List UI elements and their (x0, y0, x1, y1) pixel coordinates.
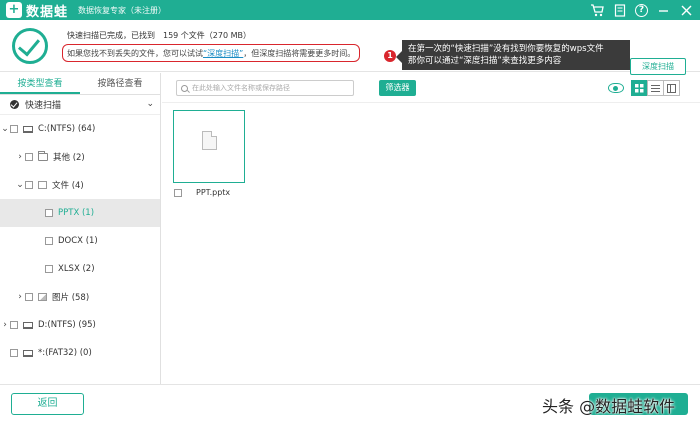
left-panel: 按类型查看 按路径查看 快速扫描 ⌄ ⌄ C:(NTFS) (64) › 其他 … (0, 73, 161, 384)
file-toolbar: 在此处输入文件名称或保存路径 筛选器 (162, 73, 700, 103)
app-logo: + 数据蛙 (6, 1, 68, 20)
scan-mode-label: 快速扫描 (25, 101, 62, 111)
watermark-text: 头条 @数据蛙软件 (542, 397, 676, 416)
search-input[interactable]: 在此处输入文件名称或保存路径 (176, 80, 354, 96)
scan-mode-check-icon (10, 100, 19, 109)
app-subtitle: 数据恢复专家（未注册） (78, 5, 167, 15)
grid-view-icon[interactable] (631, 80, 648, 96)
cart-icon[interactable] (589, 2, 605, 18)
tree-item-d-drive[interactable]: › D:(NTFS) (95) (0, 311, 160, 339)
view-tabs: 按类型查看 按路径查看 (0, 73, 160, 95)
document-icon (202, 131, 217, 150)
callout-line-1: 在第一次的“快速扫描”没有找到你要恢复的wps文件 (408, 44, 604, 54)
tab-by-type[interactable]: 按类型查看 (0, 73, 80, 94)
scan-mode-selector[interactable]: 快速扫描 ⌄ (0, 95, 160, 115)
scan-result-banner: 快速扫描已完成，已找到 159 个文件（270 MB） 如果您找不到丢失的文件，… (0, 20, 700, 75)
tab-by-path[interactable]: 按路径查看 (80, 73, 160, 94)
detail-view-icon[interactable] (663, 80, 680, 96)
file-checkbox[interactable] (174, 189, 182, 197)
tree-checkbox[interactable] (10, 321, 18, 329)
annotation-badge: 1 (384, 50, 396, 62)
tree-item-label: DOCX (1) (58, 236, 98, 246)
tree-item-label: 文件 (4) (52, 181, 84, 191)
callout-line-2: 那你可以通过“深度扫描”来查找更多内容 (408, 56, 562, 66)
window-controls: ? (589, 0, 694, 20)
tree-item-label: XLSX (2) (58, 264, 95, 274)
annotation-callout: 在第一次的“快速扫描”没有找到你要恢复的wps文件 那你可以通过“深度扫描”来查… (396, 40, 630, 70)
footer: 返回 头条 @数据蛙软件 (0, 384, 700, 427)
file-panel: 在此处输入文件名称或保存路径 筛选器 PPT.pptx (162, 73, 700, 384)
tree-item-docx[interactable]: DOCX (1) (0, 227, 160, 255)
deep-scan-link[interactable]: “深度扫描” (203, 49, 243, 58)
back-button[interactable]: 返回 (11, 393, 84, 415)
scan-status-text: 快速扫描已完成，已找到 159 个文件（270 MB） (67, 31, 252, 40)
tree-checkbox[interactable] (25, 153, 33, 161)
scan-complete-check-icon (12, 28, 48, 64)
eye-icon[interactable] (608, 83, 624, 93)
tree-checkbox[interactable] (45, 237, 53, 245)
hint-prefix: 如果您找不到丢失的文件，您可以试试 (67, 49, 203, 58)
tree-item-label: C:(NTFS) (64) (38, 124, 96, 134)
tree-item-other[interactable]: › 其他 (2) (0, 143, 160, 171)
document-icon (38, 181, 47, 189)
filter-button[interactable]: 筛选器 (379, 80, 416, 96)
expand-arrow-icon[interactable]: › (0, 320, 10, 330)
close-icon[interactable] (678, 2, 694, 18)
tree-item-fat32-drive[interactable]: *:(FAT32) (0) (0, 339, 160, 367)
tree-item-label: D:(NTFS) (95) (38, 320, 96, 330)
tree-item-label: 其他 (2) (53, 153, 85, 163)
minimize-icon[interactable] (655, 2, 671, 18)
expand-arrow-icon[interactable]: › (15, 152, 25, 162)
tree-item-label: 图片 (58) (52, 293, 90, 303)
register-icon[interactable] (612, 2, 628, 18)
tree-checkbox[interactable] (45, 209, 53, 217)
search-placeholder: 在此处输入文件名称或保存路径 (192, 84, 290, 92)
drive-icon (23, 125, 33, 133)
collapse-arrow-icon[interactable]: ⌄ (15, 180, 25, 190)
title-bar: + 数据蛙 数据恢复专家（未注册） ? (0, 0, 700, 20)
drive-icon (23, 321, 33, 329)
search-icon (181, 84, 188, 92)
app-name: 数据蛙 (26, 4, 69, 20)
tree-item-pptx[interactable]: PPTX (1) (0, 199, 160, 227)
tree-checkbox[interactable] (45, 265, 53, 273)
view-mode-switcher (631, 80, 680, 96)
drive-icon (23, 349, 33, 357)
tree-item-c-drive[interactable]: ⌄ C:(NTFS) (64) (0, 115, 160, 143)
tree-checkbox[interactable] (25, 181, 33, 189)
collapse-arrow-icon[interactable]: ⌄ (0, 124, 10, 134)
file-thumbnail[interactable] (173, 110, 245, 183)
expand-arrow-icon[interactable]: › (15, 292, 25, 302)
tree-item-xlsx[interactable]: XLSX (2) (0, 255, 160, 283)
logo-icon: + (6, 2, 22, 18)
tree-checkbox[interactable] (10, 125, 18, 133)
tree-item-label: *:(FAT32) (0) (38, 348, 92, 358)
chevron-down-icon[interactable]: ⌄ (146, 99, 154, 109)
tree-item-images[interactable]: › 图片 (58) (0, 283, 160, 311)
file-name: PPT.pptx (196, 188, 231, 197)
list-view-icon[interactable] (647, 80, 664, 96)
help-icon[interactable]: ? (635, 3, 648, 17)
tree-item-label: PPTX (1) (58, 208, 95, 218)
image-icon (38, 293, 47, 301)
tree-checkbox[interactable] (25, 293, 33, 301)
hint-suffix: ，但深度扫描将需要更多时间。 (243, 49, 356, 58)
folder-icon (38, 151, 48, 161)
tree-item-documents[interactable]: ⌄ 文件 (4) (0, 171, 160, 199)
deep-scan-hint: 如果您找不到丢失的文件，您可以试试“深度扫描”，但深度扫描将需要更多时间。 (62, 44, 361, 62)
tree-checkbox[interactable] (10, 349, 18, 357)
